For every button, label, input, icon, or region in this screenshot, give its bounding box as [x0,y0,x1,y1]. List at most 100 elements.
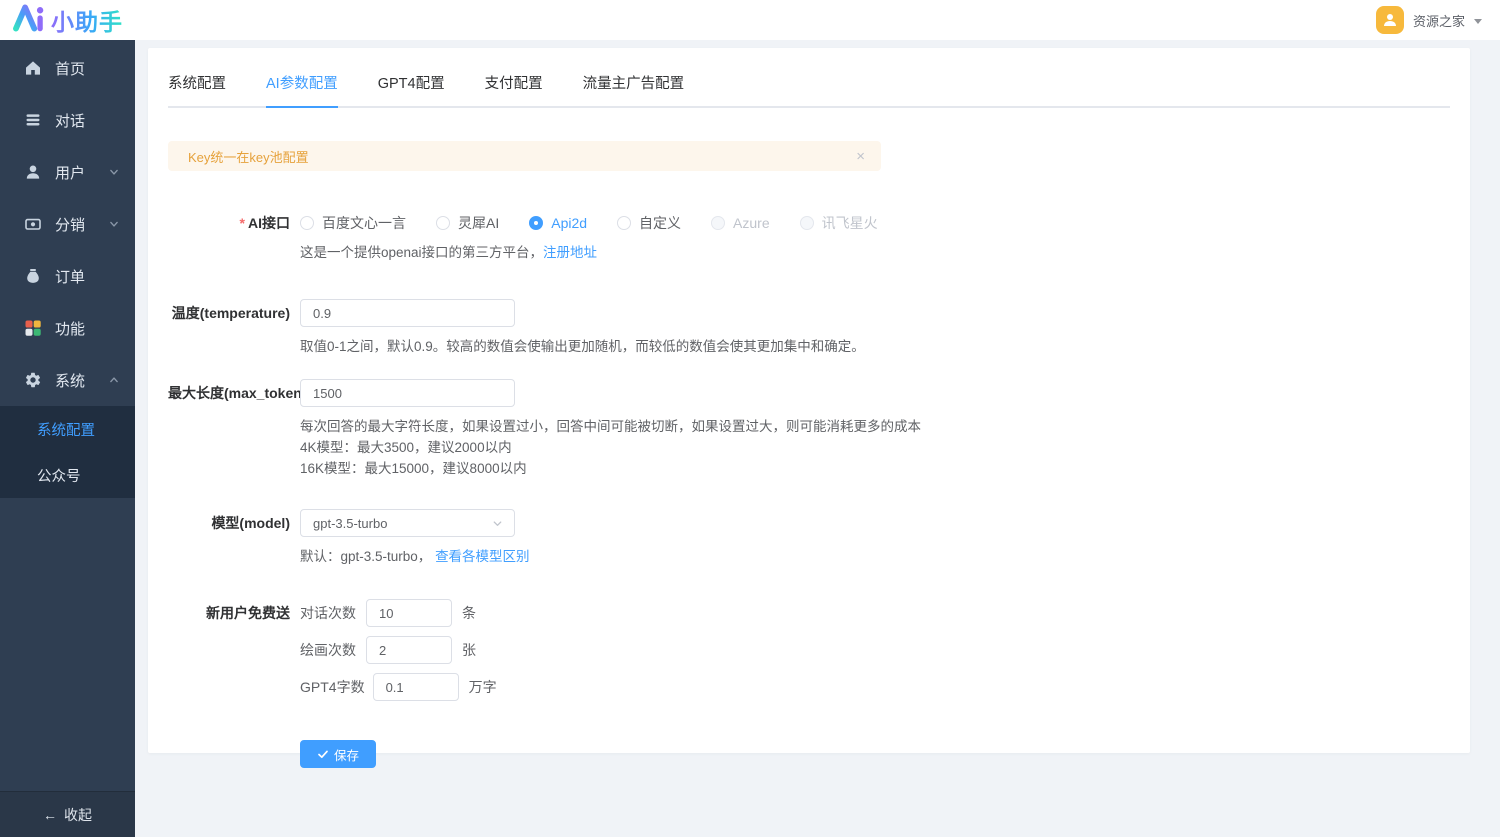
gear-icon [24,371,42,389]
banknote-icon [24,215,42,233]
tab-ai-params[interactable]: AI参数配置 [266,72,338,106]
radio-icon [300,216,314,230]
sidebar-menu: 首页 对话 用户 [0,40,135,498]
register-link[interactable]: 注册地址 [543,245,597,260]
home-icon [24,59,42,77]
sidebar: 首页 对话 用户 [0,40,135,837]
radio-icon [617,216,631,230]
chevron-down-icon [107,165,121,179]
model-help: 默认：gpt-3.5-turbo， 查看各模型区别 [300,546,1450,567]
user-avatar-icon [1376,6,1404,34]
radio-baidu-wenxin[interactable]: 百度文心一言 [300,213,406,233]
ai-interface-label: *AI接口 [168,213,300,233]
app-logo[interactable]: 小助手 [12,3,123,37]
model-select-value: gpt-3.5-turbo [313,516,387,531]
chevron-down-icon [1474,19,1482,24]
radio-disabled-icon [800,216,814,230]
sidebar-collapse-button[interactable]: ← 收起 [0,791,135,837]
chat-list-icon [24,111,42,129]
quota-gpt4-input[interactable] [373,673,459,701]
ai-interface-row: *AI接口 百度文心一言 灵犀AI A [168,213,1450,263]
close-icon[interactable]: × [856,149,865,164]
radio-custom[interactable]: 自定义 [617,213,681,233]
quota-draw-row: 绘画次数 张 [300,636,1450,664]
radio-icon [436,216,450,230]
features-grid-icon [24,319,42,337]
sidebar-item-label: 功能 [55,318,85,339]
radio-azure: Azure [711,215,770,231]
model-select[interactable]: gpt-3.5-turbo [300,509,515,537]
sidebar-item-label: 分销 [55,214,85,235]
quota-gpt4-unit: 万字 [469,677,497,697]
chevron-down-icon [491,517,504,530]
chevron-down-icon [107,217,121,231]
settings-tabs: 系统配置 AI参数配置 GPT4配置 支付配置 流量主广告配置 [168,72,1450,108]
temperature-input[interactable] [300,299,515,327]
warning-alert: Key统一在key池配置 × [168,141,881,171]
sidebar-item-orders[interactable]: 订单 [0,250,135,302]
submenu-item-label: 公众号 [37,465,81,486]
top-header: 小助手 资源之家 [0,0,1500,40]
chevron-up-icon [107,373,121,387]
radio-xunfei-spark: 讯飞星火 [800,213,878,233]
sidebar-item-label: 首页 [55,58,85,79]
quota-chat-input[interactable] [366,599,452,627]
sidebar-item-label: 对话 [55,110,85,131]
model-diff-link[interactable]: 查看各模型区别 [435,549,530,564]
required-mark: * [240,215,245,231]
ai-logo-icon [12,3,45,37]
app-title: 小助手 [51,3,123,37]
ai-interface-options: 百度文心一言 灵犀AI Api2d 自定义 [300,213,1450,233]
sidebar-item-home[interactable]: 首页 [0,42,135,94]
radio-checked-icon [529,216,543,230]
radio-disabled-icon [711,216,725,230]
quota-chat-row: 对话次数 条 [300,599,1450,627]
sidebar-item-system[interactable]: 系统 [0,354,135,406]
ai-params-form: *AI接口 百度文心一言 灵犀AI A [168,213,1450,768]
sidebar-item-label: 订单 [55,266,85,287]
quota-gpt4-label: GPT4字数 [300,677,365,697]
save-button[interactable]: 保存 [300,740,376,768]
sidebar-item-distribution[interactable]: 分销 [0,198,135,250]
main-content: 系统配置 AI参数配置 GPT4配置 支付配置 流量主广告配置 Key统一在ke… [135,40,1500,837]
temperature-row: 温度(temperature) 取值0-1之间，默认0.9。较高的数值会使输出更… [168,299,1450,357]
sidebar-subitem-official-account[interactable]: 公众号 [0,452,135,498]
money-bag-icon [24,267,42,285]
tab-system-config[interactable]: 系统配置 [168,72,226,106]
max-tokens-help: 每次回答的最大字符长度，如果设置过小，回答中间可能被切断，如果设置过大，则可能消… [300,416,1450,479]
sidebar-item-features[interactable]: 功能 [0,302,135,354]
max-tokens-input[interactable] [300,379,515,407]
quota-draw-label: 绘画次数 [300,640,358,660]
radio-lingxi-ai[interactable]: 灵犀AI [436,213,499,233]
temperature-label: 温度(temperature) [168,299,300,327]
tab-payment-config[interactable]: 支付配置 [485,72,543,106]
radio-api2d[interactable]: Api2d [529,215,587,231]
max-tokens-label: 最大长度(max_tokens) [168,379,300,407]
free-quota-label: 新用户免费送 [168,599,300,627]
max-tokens-row: 最大长度(max_tokens) 每次回答的最大字符长度，如果设置过小，回答中间… [168,379,1450,479]
quota-chat-unit: 条 [462,603,476,623]
tab-traffic-ads-config[interactable]: 流量主广告配置 [583,72,685,106]
arrow-left-icon: ← [43,807,57,823]
user-name: 资源之家 [1413,11,1465,30]
model-row: 模型(model) gpt-3.5-turbo 默认：gpt-3.5-turbo… [168,509,1450,567]
user-menu[interactable]: 资源之家 [1376,6,1482,34]
sidebar-subitem-system-config[interactable]: 系统配置 [0,406,135,452]
temperature-help: 取值0-1之间，默认0.9。较高的数值会使输出更加随机，而较低的数值会使其更加集… [300,336,1450,357]
model-label: 模型(model) [168,509,300,537]
settings-card: 系统配置 AI参数配置 GPT4配置 支付配置 流量主广告配置 Key统一在ke… [148,48,1470,753]
user-icon [24,163,42,181]
tab-gpt4-config[interactable]: GPT4配置 [378,72,445,106]
submenu-item-label: 系统配置 [37,419,95,440]
quota-draw-input[interactable] [366,636,452,664]
sidebar-item-label: 用户 [55,162,85,183]
quota-draw-unit: 张 [462,640,476,660]
system-submenu: 系统配置 公众号 [0,406,135,498]
quota-chat-label: 对话次数 [300,603,358,623]
collapse-label: 收起 [64,805,92,825]
ai-interface-help: 这是一个提供openai接口的第三方平台，注册地址 [300,242,1450,263]
sidebar-item-users[interactable]: 用户 [0,146,135,198]
quota-gpt4-row: GPT4字数 万字 [300,673,1450,701]
sidebar-item-chat[interactable]: 对话 [0,94,135,146]
alert-text: Key统一在key池配置 [188,147,309,166]
